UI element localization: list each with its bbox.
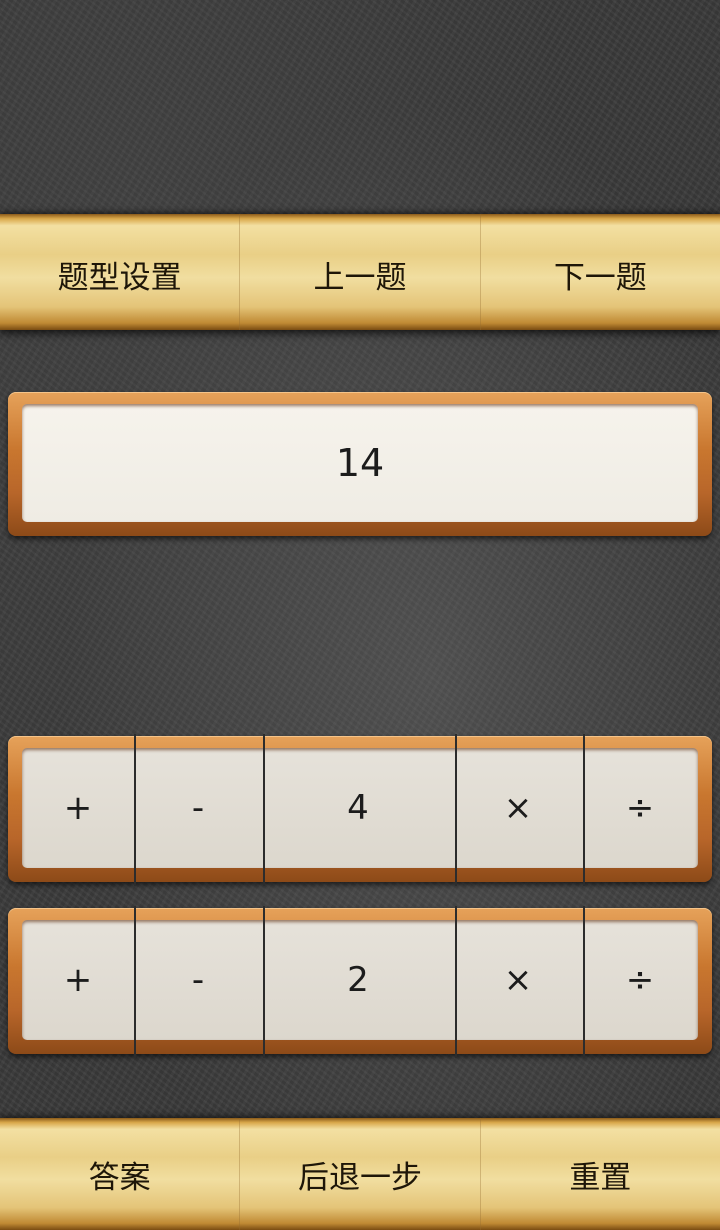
next-question-button[interactable]: 下一题 bbox=[481, 214, 720, 330]
row-2-divider bbox=[263, 906, 265, 1058]
row-1-divider bbox=[455, 734, 457, 886]
row-1-divider bbox=[263, 734, 265, 886]
row-1-divider bbox=[583, 734, 585, 886]
game-screen: { "toolbar": { "settings_label": "题型设置",… bbox=[0, 0, 720, 1230]
number-row-1: + - 4 × ÷ bbox=[8, 736, 712, 882]
row-2-divider bbox=[583, 906, 585, 1058]
plus-button[interactable]: + bbox=[22, 920, 134, 1040]
row-2-divider bbox=[455, 906, 457, 1058]
answer-button[interactable]: 答案 bbox=[0, 1118, 241, 1230]
plus-button[interactable]: + bbox=[22, 748, 134, 868]
row-2-divider bbox=[134, 906, 136, 1058]
number-row-1-panel: + - 4 × ÷ bbox=[22, 748, 698, 868]
bottom-toolbar: 答案 后退一步 重置 bbox=[0, 1118, 720, 1230]
target-display-frame: 14 bbox=[8, 392, 712, 536]
number-card[interactable]: 4 bbox=[262, 748, 454, 868]
minus-button[interactable]: - bbox=[134, 748, 262, 868]
undo-step-button[interactable]: 后退一步 bbox=[240, 1118, 481, 1230]
top-toolbar: 题型设置 上一题 下一题 bbox=[0, 214, 720, 330]
divide-button[interactable]: ÷ bbox=[582, 748, 698, 868]
number-row-2: + - 2 × ÷ bbox=[8, 908, 712, 1054]
times-button[interactable]: × bbox=[454, 748, 582, 868]
number-card[interactable]: 2 bbox=[262, 920, 454, 1040]
previous-question-button[interactable]: 上一题 bbox=[240, 214, 481, 330]
minus-button[interactable]: - bbox=[134, 920, 262, 1040]
divide-button[interactable]: ÷ bbox=[582, 920, 698, 1040]
number-row-2-panel: + - 2 × ÷ bbox=[22, 920, 698, 1040]
reset-button[interactable]: 重置 bbox=[481, 1118, 720, 1230]
times-button[interactable]: × bbox=[454, 920, 582, 1040]
target-number: 14 bbox=[22, 404, 698, 522]
row-1-divider bbox=[134, 734, 136, 886]
question-type-settings-button[interactable]: 题型设置 bbox=[0, 214, 241, 330]
